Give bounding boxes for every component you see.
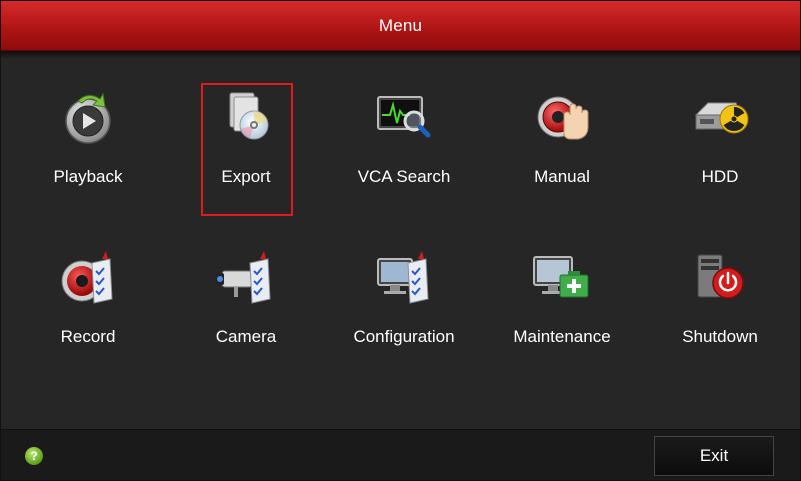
menu-item-maintenance[interactable]: Maintenance xyxy=(483,235,641,395)
menu-item-hdd[interactable]: HDD xyxy=(641,75,799,235)
menu-item-export[interactable]: Export xyxy=(167,75,325,235)
camera-icon xyxy=(216,251,271,304)
menu-item-label: HDD xyxy=(701,167,739,186)
menu-item-playback[interactable]: Playback xyxy=(9,75,167,235)
shutdown-icon xyxy=(697,254,744,299)
menu-item-camera[interactable]: Camera xyxy=(167,235,325,395)
menu-item-vca-search[interactable]: VCA Search xyxy=(325,75,483,235)
menu-item-label: Manual xyxy=(534,167,590,186)
hdd-icon xyxy=(694,102,749,134)
manual-hand-icon xyxy=(537,96,589,140)
menu-item-label: Camera xyxy=(215,327,277,346)
menu-item-label: Record xyxy=(60,327,116,346)
menu-item-shutdown[interactable]: Shutdown xyxy=(641,235,799,395)
configuration-icon xyxy=(377,251,429,304)
menu-item-record[interactable]: Record xyxy=(9,235,167,395)
record-icon xyxy=(61,251,113,304)
menu-item-label: Maintenance xyxy=(513,327,611,346)
footer-bar: ? Exit xyxy=(1,429,800,480)
help-icon[interactable]: ? xyxy=(25,447,43,465)
menu-item-configuration[interactable]: Configuration xyxy=(325,235,483,395)
menu-item-label: VCA Search xyxy=(357,167,451,186)
maintenance-icon xyxy=(533,256,589,298)
menu-item-manual[interactable]: Manual xyxy=(483,75,641,235)
menu-item-label: Configuration xyxy=(353,327,455,346)
exit-button[interactable]: Exit xyxy=(654,436,774,476)
vca-search-icon xyxy=(377,96,431,138)
menu-item-label: Shutdown xyxy=(682,327,758,346)
playback-icon xyxy=(65,92,111,144)
export-disc-icon xyxy=(229,92,269,140)
menu-item-label: Export xyxy=(221,167,271,186)
menu-window: Menu Playback Export VCA Search Manual H… xyxy=(0,0,801,481)
menu-grid: Playback Export VCA Search Manual HDD Re… xyxy=(9,75,799,395)
window-title: Menu xyxy=(378,15,423,35)
title-bar: Menu xyxy=(1,1,800,51)
menu-item-label: Playback xyxy=(53,167,123,186)
